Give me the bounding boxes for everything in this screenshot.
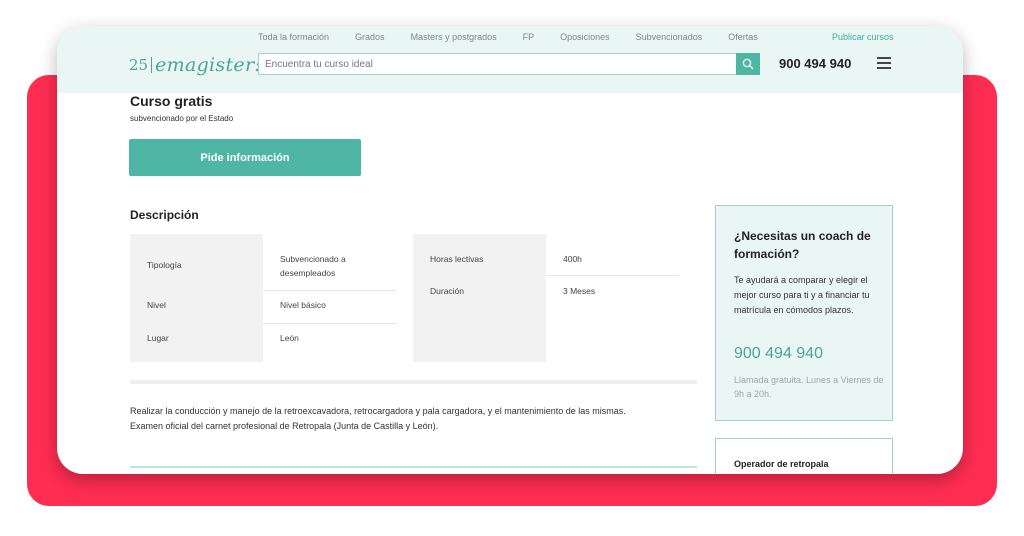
browser-window: Toda la formación Grados Masters y postg… xyxy=(57,26,963,474)
table-label: Nivel xyxy=(147,300,166,310)
row-divider xyxy=(263,290,396,291)
table-value: León xyxy=(280,333,299,343)
course-title: Curso gratis xyxy=(130,93,213,109)
course-card-title: Operador de retropala xyxy=(734,459,829,469)
row-divider xyxy=(546,275,679,276)
description-paragraph: Examen oficial del carnet profesional de… xyxy=(130,421,439,431)
nav-item-toda-la-formacion[interactable]: Toda la formación xyxy=(258,32,329,46)
coach-phone[interactable]: 900 494 940 xyxy=(734,345,823,363)
search-bar xyxy=(258,53,760,75)
coach-card: ¿Necesitas un coach de formación? Te ayu… xyxy=(715,205,893,421)
search-input[interactable] xyxy=(258,53,736,75)
logo-number: 25 xyxy=(129,56,149,74)
coach-text: Te ayudará a comparar y elegir el mejor … xyxy=(734,275,870,315)
section-divider xyxy=(130,380,697,384)
table-label: Tipología xyxy=(147,260,182,270)
nav-item-grados[interactable]: Grados xyxy=(355,32,385,46)
table-value: 3 Meses xyxy=(563,286,596,296)
nav-item-fp[interactable]: FP xyxy=(523,32,535,46)
description-title: Descripción xyxy=(130,208,199,222)
details-table-right: Horas lectivas 400h Duración 3 Meses xyxy=(413,234,679,362)
site-header: Toda la formación Grados Masters y postg… xyxy=(57,26,963,93)
details-table-left: Tipología Subvencionado a desempleados N… xyxy=(130,234,396,362)
coach-note: Llamada gratuita. Lunes a Viernes de 9h … xyxy=(734,375,884,399)
section-divider-bottom xyxy=(130,466,697,468)
nav-item-ofertas[interactable]: Ofertas xyxy=(728,32,758,46)
logo-separator xyxy=(151,57,153,73)
row-divider xyxy=(263,323,396,324)
description-paragraph: Realizar la conducción y manejo de la re… xyxy=(130,406,626,416)
logo[interactable]: 25 emagister: xyxy=(129,52,261,78)
logo-brand: emagister: xyxy=(155,54,262,76)
publish-courses-link[interactable]: Publicar cursos xyxy=(832,32,894,42)
nav-item-oposiciones[interactable]: Oposiciones xyxy=(560,32,610,46)
coach-title: ¿Necesitas un coach de formación? xyxy=(734,229,871,261)
table-label: Horas lectivas xyxy=(430,254,484,264)
search-icon xyxy=(742,58,754,70)
course-description: Realizar la conducción y manejo de la re… xyxy=(130,404,690,434)
table-value: Nivel básico xyxy=(280,300,326,310)
request-info-button[interactable]: Pide información xyxy=(129,139,361,176)
course-subtitle: subvencionado por el Estado xyxy=(130,114,234,123)
nav-item-subvencionados[interactable]: Subvencionados xyxy=(636,32,703,46)
table-label: Duración xyxy=(430,286,465,296)
table-value: Subvencionado a desempleados xyxy=(280,254,346,278)
search-button[interactable] xyxy=(736,53,760,75)
header-phone[interactable]: 900 494 940 xyxy=(779,56,851,71)
hamburger-menu-icon[interactable] xyxy=(877,57,891,69)
top-nav: Toda la formación Grados Masters y postg… xyxy=(258,32,784,46)
course-card[interactable]: Operador de retropala xyxy=(715,438,893,474)
table-value: 400h xyxy=(563,254,582,264)
table-label: Lugar xyxy=(147,333,169,343)
nav-item-masters[interactable]: Masters y postgrados xyxy=(411,32,497,46)
